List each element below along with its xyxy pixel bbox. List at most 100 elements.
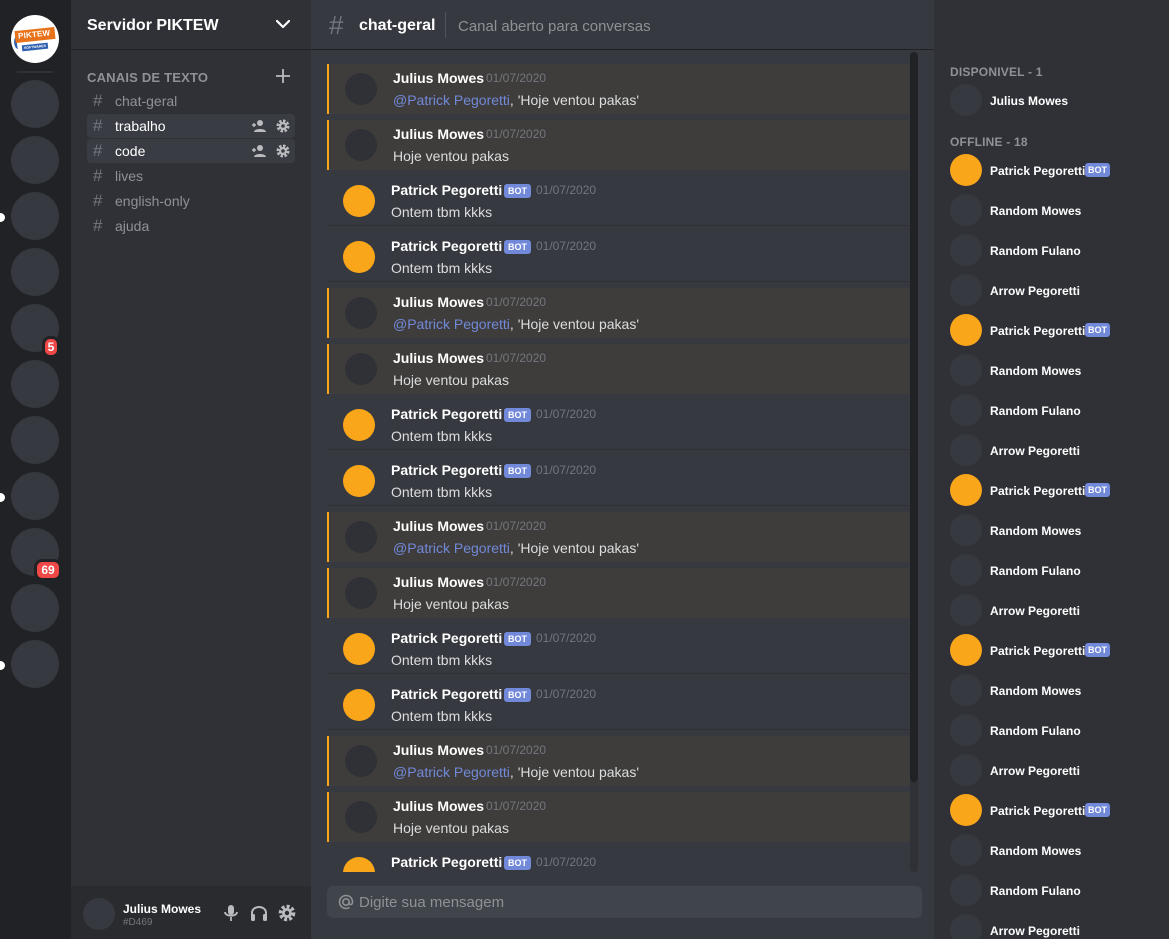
member-item[interactable]: Random Mowes xyxy=(950,834,1160,866)
avatar[interactable] xyxy=(343,465,375,497)
message-author[interactable]: Patrick Pegoretti xyxy=(391,182,502,198)
message[interactable]: Julius Mowes 01/07/2020 Hoje ventou paka… xyxy=(327,344,910,394)
member-item[interactable]: Julius Mowes xyxy=(950,84,1160,116)
headphones-icon[interactable] xyxy=(249,903,269,923)
message-author[interactable]: Julius Mowes xyxy=(393,798,484,814)
message-author[interactable]: Julius Mowes xyxy=(393,70,484,86)
member-item[interactable]: Patrick Pegoretti BOT xyxy=(950,314,1160,346)
message-author[interactable]: Julius Mowes xyxy=(393,294,484,310)
user-mention[interactable]: @Patrick Pegoretti xyxy=(393,764,510,780)
avatar[interactable] xyxy=(345,521,377,553)
channel-code[interactable]: # code xyxy=(87,139,295,163)
server-icon[interactable] xyxy=(11,584,59,632)
gear-icon[interactable] xyxy=(275,118,291,134)
message[interactable]: Patrick Pegoretti BOT 01/07/2020 Ontem t… xyxy=(327,624,910,674)
microphone-icon[interactable] xyxy=(221,903,241,923)
avatar[interactable] xyxy=(343,633,375,665)
member-item[interactable]: Patrick Pegoretti BOT xyxy=(950,634,1160,666)
add-member-icon[interactable] xyxy=(251,118,267,134)
member-item[interactable]: Arrow Pegoretti xyxy=(950,434,1160,466)
message-input[interactable] xyxy=(359,886,914,918)
avatar[interactable] xyxy=(345,129,377,161)
member-item[interactable]: Arrow Pegoretti xyxy=(950,594,1160,626)
member-item[interactable]: Patrick Pegoretti BOT xyxy=(950,794,1160,826)
plus-icon[interactable] xyxy=(274,67,292,85)
message[interactable]: Julius Mowes 01/07/2020 @Patrick Pegoret… xyxy=(327,512,910,562)
gear-icon[interactable] xyxy=(275,143,291,159)
avatar[interactable] xyxy=(345,577,377,609)
member-item[interactable]: Patrick Pegoretti BOT xyxy=(950,474,1160,506)
avatar[interactable] xyxy=(83,898,115,930)
message[interactable]: Julius Mowes 01/07/2020 Hoje ventou paka… xyxy=(327,568,910,618)
member-item[interactable]: Arrow Pegoretti xyxy=(950,754,1160,786)
server-icon[interactable] xyxy=(11,416,59,464)
channel-chat-geral[interactable]: # chat-geral xyxy=(87,89,295,113)
message-author[interactable]: Julius Mowes xyxy=(393,518,484,534)
gear-icon[interactable] xyxy=(277,903,297,923)
member-item[interactable]: Random Mowes xyxy=(950,514,1160,546)
server-logo[interactable]: PIKTEW SOFTWARES xyxy=(11,15,59,63)
server-icon[interactable] xyxy=(11,640,59,688)
avatar[interactable] xyxy=(345,353,377,385)
scrollbar[interactable] xyxy=(910,52,918,872)
member-item[interactable]: Random Fulano xyxy=(950,874,1160,906)
message[interactable]: Julius Mowes 01/07/2020 @Patrick Pegoret… xyxy=(327,64,910,114)
channel-english-only[interactable]: # english-only xyxy=(87,189,295,213)
message[interactable]: Patrick Pegoretti BOT 01/07/2020 Ontem t… xyxy=(327,176,910,226)
message[interactable]: Patrick Pegoretti BOT 01/07/2020 Ontem t… xyxy=(327,232,910,282)
message[interactable]: Julius Mowes 01/07/2020 Hoje ventou paka… xyxy=(327,120,910,170)
avatar[interactable] xyxy=(343,857,375,872)
channel-ajuda[interactable]: # ajuda xyxy=(87,214,295,238)
server-icon[interactable] xyxy=(11,360,59,408)
message[interactable]: Patrick Pegoretti BOT 01/07/2020 Ontem t… xyxy=(327,400,910,450)
member-item[interactable]: Random Fulano xyxy=(950,394,1160,426)
avatar[interactable] xyxy=(343,689,375,721)
message[interactable]: Julius Mowes 01/07/2020 Hoje ventou paka… xyxy=(327,792,910,842)
message-author[interactable]: Julius Mowes xyxy=(393,742,484,758)
server-header[interactable]: Servidor PIKTEW xyxy=(71,0,311,50)
avatar[interactable] xyxy=(345,297,377,329)
user-mention[interactable]: @Patrick Pegoretti xyxy=(393,92,510,108)
category-label[interactable]: CANAIS DE TEXTO xyxy=(87,70,208,85)
message-author[interactable]: Patrick Pegoretti xyxy=(391,406,502,422)
message-author[interactable]: Julius Mowes xyxy=(393,126,484,142)
message-author[interactable]: Patrick Pegoretti xyxy=(391,462,502,478)
channel-trabalho[interactable]: # trabalho xyxy=(87,114,295,138)
server-icon[interactable] xyxy=(11,136,59,184)
member-item[interactable]: Arrow Pegoretti xyxy=(950,914,1160,939)
member-item[interactable]: Random Mowes xyxy=(950,674,1160,706)
message-author[interactable]: Patrick Pegoretti xyxy=(391,630,502,646)
server-icon[interactable] xyxy=(11,248,59,296)
server-icon[interactable] xyxy=(11,192,59,240)
message-list[interactable]: Julius Mowes 01/07/2020 @Patrick Pegoret… xyxy=(327,64,910,872)
member-item[interactable]: Random Fulano xyxy=(950,714,1160,746)
member-item[interactable]: Random Fulano xyxy=(950,554,1160,586)
message[interactable]: Patrick Pegoretti BOT 01/07/2020 xyxy=(327,848,910,872)
user-mention[interactable]: @Patrick Pegoretti xyxy=(393,316,510,332)
server-icon[interactable] xyxy=(11,472,59,520)
channel-lives[interactable]: # lives xyxy=(87,164,295,188)
user-mention[interactable]: @Patrick Pegoretti xyxy=(393,540,510,556)
message[interactable]: Julius Mowes 01/07/2020 @Patrick Pegoret… xyxy=(327,288,910,338)
avatar[interactable] xyxy=(343,185,375,217)
member-item[interactable]: Random Mowes xyxy=(950,354,1160,386)
scrollbar-thumb[interactable] xyxy=(910,52,918,782)
message[interactable]: Patrick Pegoretti BOT 01/07/2020 Ontem t… xyxy=(327,456,910,506)
message-author[interactable]: Patrick Pegoretti xyxy=(391,686,502,702)
member-item[interactable]: Random Mowes xyxy=(950,194,1160,226)
avatar[interactable] xyxy=(343,241,375,273)
chevron-down-icon[interactable] xyxy=(275,18,291,30)
message-author[interactable]: Julius Mowes xyxy=(393,574,484,590)
message-author[interactable]: Patrick Pegoretti xyxy=(391,854,502,870)
member-item[interactable]: Random Fulano xyxy=(950,234,1160,266)
message[interactable]: Julius Mowes 01/07/2020 @Patrick Pegoret… xyxy=(327,736,910,786)
message-author[interactable]: Patrick Pegoretti xyxy=(391,238,502,254)
member-item[interactable]: Patrick Pegoretti BOT xyxy=(950,154,1160,186)
add-member-icon[interactable] xyxy=(251,143,267,159)
avatar[interactable] xyxy=(345,745,377,777)
message-author[interactable]: Julius Mowes xyxy=(393,350,484,366)
member-item[interactable]: Arrow Pegoretti xyxy=(950,274,1160,306)
message[interactable]: Patrick Pegoretti BOT 01/07/2020 Ontem t… xyxy=(327,680,910,730)
server-icon[interactable] xyxy=(11,80,59,128)
avatar[interactable] xyxy=(345,73,377,105)
